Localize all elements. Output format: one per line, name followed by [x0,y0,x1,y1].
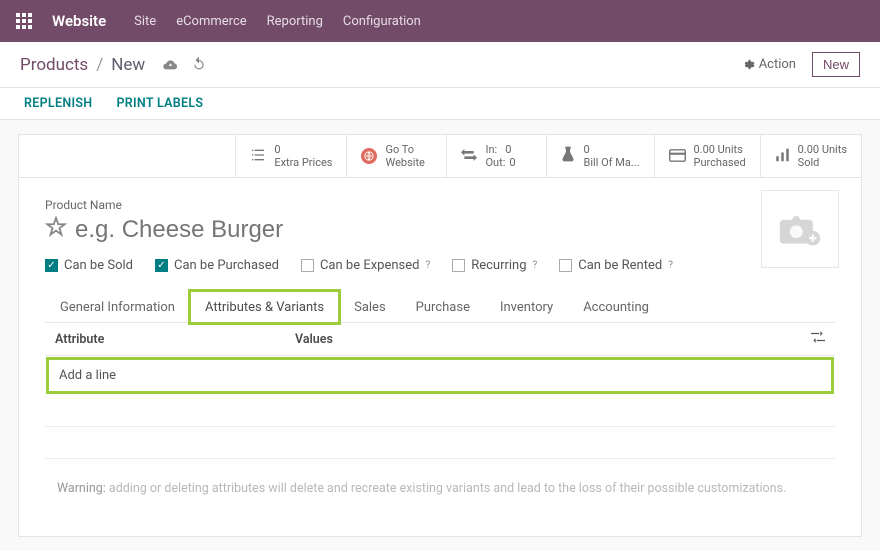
stat-go-to-website[interactable]: Go ToWebsite [346,135,446,177]
menu-site[interactable]: Site [134,14,156,29]
menu-reporting[interactable]: Reporting [267,14,323,29]
checkbox-can-be-rented[interactable]: Can be Rented? [559,258,673,273]
tab-inventory[interactable]: Inventory [485,291,568,323]
tab-sales[interactable]: Sales [339,291,401,323]
control-panel: Products / New Action New [0,42,880,88]
col-values: Values [295,332,811,347]
breadcrumb-sep: / [96,55,103,75]
globe-icon [361,148,377,164]
bar-chart-icon [775,147,790,166]
main-navbar: Website Site eCommerce Reporting Configu… [0,0,880,42]
warning-text: Warning: adding or deleting attributes w… [45,459,835,518]
replenish-button[interactable]: REPLENISH [24,96,92,111]
breadcrumb: Products / New [20,55,206,75]
checkbox-recurring[interactable]: Recurring? [452,258,537,273]
stat-purchased[interactable]: 0.00 UnitsPurchased [654,135,760,177]
checkbox-can-be-expensed[interactable]: Can be Expensed? [301,258,430,273]
print-labels-button[interactable]: PRINT LABELS [116,96,203,111]
form-sheet: 0Extra Prices Go ToWebsite In:0 Out:0 0B… [18,134,862,537]
new-button[interactable]: New [812,52,860,77]
stat-bill-of-materials[interactable]: 0Bill Of Ma... [546,135,653,177]
credit-card-icon [669,147,686,166]
blank-row [45,427,835,459]
tab-accounting[interactable]: Accounting [568,291,664,323]
breadcrumb-root[interactable]: Products [20,55,88,75]
columns-config-icon[interactable] [811,331,825,347]
menu-ecommerce[interactable]: eCommerce [176,14,246,29]
blank-row [45,395,835,427]
list-icon [250,147,266,166]
menu-configuration[interactable]: Configuration [343,14,421,29]
flask-icon [561,146,575,166]
product-name-input[interactable] [75,216,575,244]
add-a-line[interactable]: Add a line [46,357,834,394]
stat-sold[interactable]: 0.00 UnitsSold [760,135,861,177]
stat-extra-prices[interactable]: 0Extra Prices [235,135,346,177]
gear-icon [742,58,755,71]
cloud-upload-icon[interactable] [163,55,178,75]
exchange-icon [461,147,477,166]
checkbox-can-be-sold[interactable]: ✓Can be Sold [45,258,133,273]
action-bar: REPLENISH PRINT LABELS [0,88,880,120]
product-name-label: Product Name [45,198,835,212]
favorite-star-icon[interactable] [45,216,67,244]
discard-icon[interactable] [192,55,206,75]
col-attribute: Attribute [55,332,295,347]
product-image-upload[interactable] [761,190,839,268]
tabs: General Information Attributes & Variant… [45,291,835,323]
checkbox-can-be-purchased[interactable]: ✓Can be Purchased [155,258,279,273]
breadcrumb-current: New [111,55,145,75]
action-dropdown[interactable]: Action [742,57,796,72]
tab-purchase[interactable]: Purchase [401,291,485,323]
stat-button-bar: 0Extra Prices Go ToWebsite In:0 Out:0 0B… [19,135,861,178]
grid-header: Attribute Values [45,323,835,356]
brand[interactable]: Website [52,12,106,30]
apps-icon[interactable] [16,13,32,29]
stat-in-out[interactable]: In:0 Out:0 [446,135,546,177]
tab-general-information[interactable]: General Information [45,291,190,323]
tab-attributes-variants[interactable]: Attributes & Variants [190,291,339,323]
